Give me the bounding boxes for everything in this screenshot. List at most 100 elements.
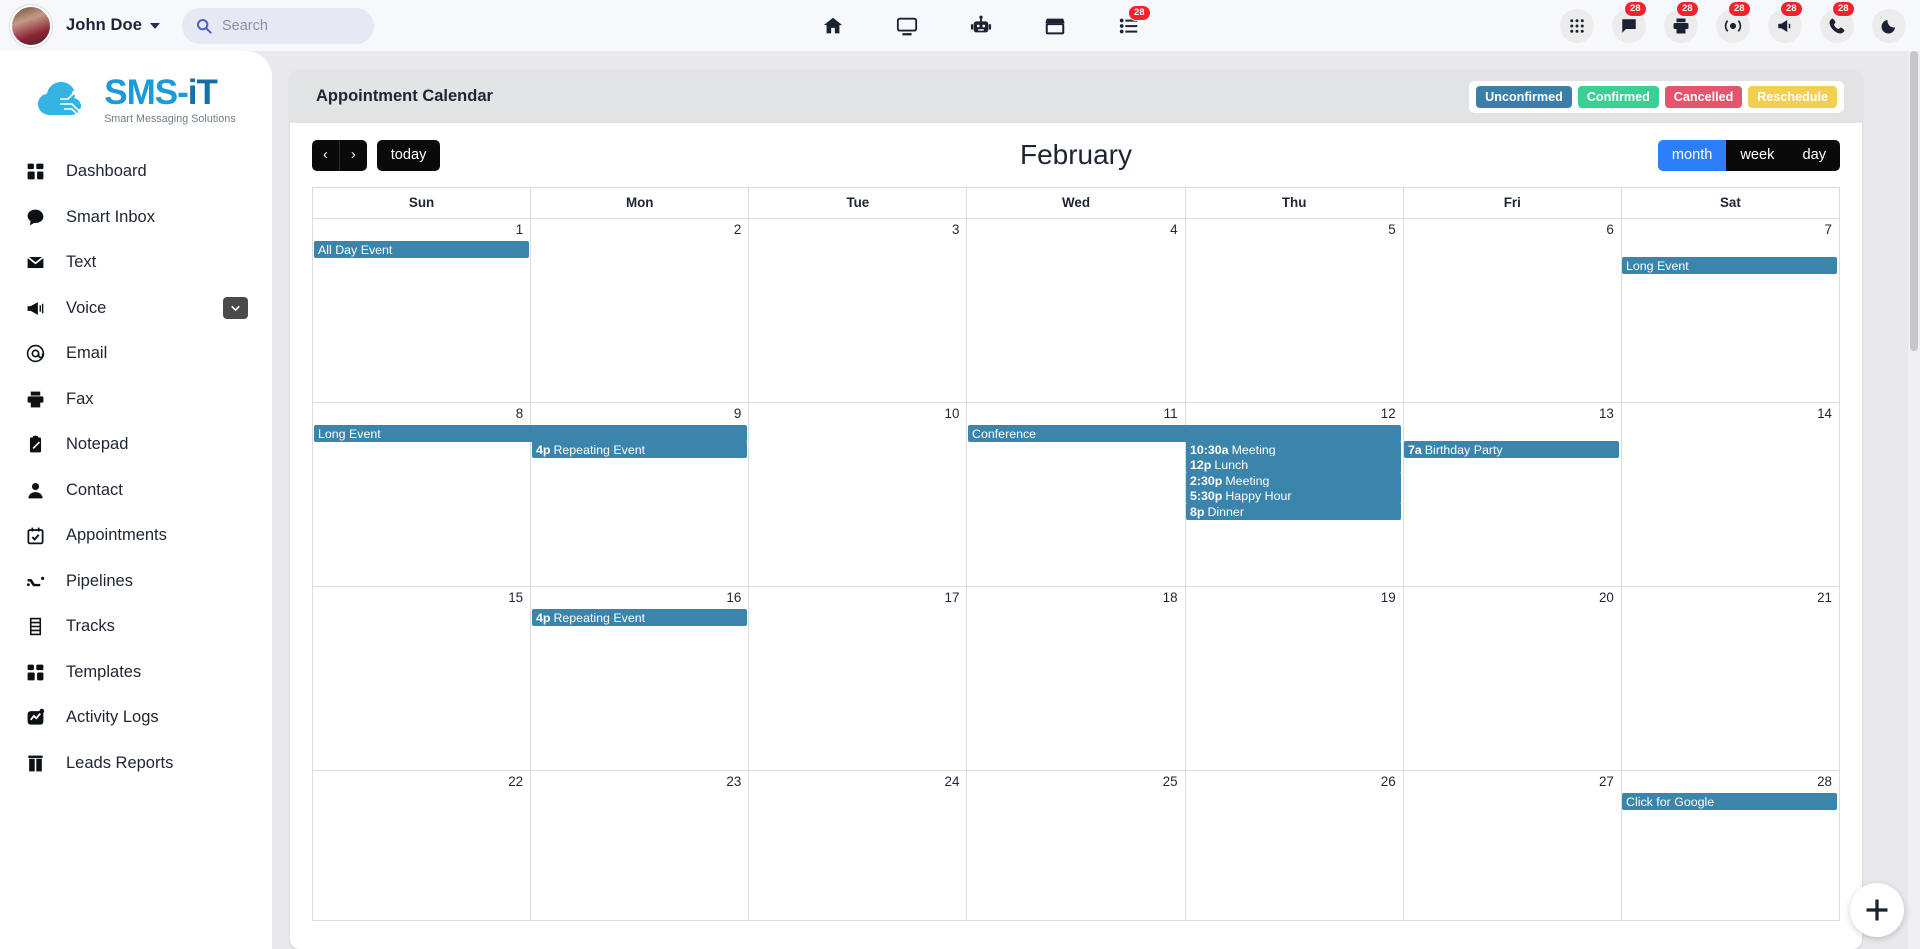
sidebar-item-label: Contact — [66, 481, 123, 500]
apps-grid-icon[interactable] — [1560, 9, 1594, 43]
view-toggle-group: monthweekday — [1658, 140, 1840, 171]
logo-title: SMS-iT — [104, 75, 235, 110]
day-number: 2 — [734, 222, 741, 237]
activity-chart-icon — [26, 708, 52, 727]
day-header-fri: Fri — [1403, 188, 1621, 218]
calendar-event[interactable]: 8pDinner — [1186, 503, 1401, 520]
chevron-down-icon[interactable] — [150, 23, 160, 29]
chat-badge: 28 — [1624, 1, 1647, 17]
sidebar-item-activity-logs[interactable]: Activity Logs — [0, 695, 272, 741]
event-title: Long Event — [1626, 259, 1689, 273]
calendar-event[interactable]: Click for Google — [1622, 793, 1837, 810]
status-badge-cancelled[interactable]: Cancelled — [1665, 86, 1743, 108]
day-number: 28 — [1817, 774, 1832, 789]
day-number: 15 — [508, 590, 523, 605]
event-title: Lunch — [1214, 458, 1248, 472]
prev-month-button[interactable]: ‹ — [312, 140, 339, 171]
view-button-day[interactable]: day — [1788, 140, 1840, 171]
status-badge-unconfirmed[interactable]: Unconfirmed — [1476, 86, 1572, 108]
sidebar-item-leads-reports[interactable]: Leads Reports — [0, 741, 272, 787]
view-button-month[interactable]: month — [1658, 140, 1727, 171]
calendar-event[interactable]: 7aBirthday Party — [1404, 441, 1619, 458]
event-layer: 4pRepeating Event — [313, 609, 1839, 770]
top-bar-actions: 28 28 28 28 28 — [1560, 0, 1906, 51]
monitor-icon[interactable] — [894, 13, 920, 39]
expand-voice-chevron-down-icon[interactable] — [223, 297, 248, 319]
page-scrollbar[interactable] — [1908, 51, 1920, 949]
calendar-event[interactable]: 4pRepeating Event — [532, 609, 747, 626]
logo[interactable]: SMS-iT Smart Messaging Solutions — [0, 51, 272, 135]
status-badge-confirmed[interactable]: Confirmed — [1578, 86, 1659, 108]
robot-icon[interactable] — [968, 13, 994, 39]
calendar-check-icon — [26, 526, 52, 545]
event-time: 4p — [536, 443, 550, 457]
store-icon[interactable] — [1042, 13, 1068, 39]
sidebar-item-voice[interactable]: Voice — [0, 286, 272, 332]
phone-icon[interactable]: 28 — [1820, 9, 1854, 43]
sidebar-item-templates[interactable]: Templates — [0, 650, 272, 696]
calendar-week: 151617181920214pRepeating Event — [313, 587, 1839, 771]
event-title: Repeating Event — [553, 443, 645, 457]
avatar[interactable] — [10, 5, 52, 47]
calendar-event[interactable]: 4pRepeating Event — [532, 441, 747, 458]
list-badge: 28 — [1128, 5, 1151, 21]
report-column-icon — [26, 754, 52, 773]
scrollbar-thumb[interactable] — [1910, 51, 1918, 351]
calendar-event[interactable]: 2:30pMeeting — [1186, 472, 1401, 489]
day-number: 8 — [516, 406, 523, 421]
nav-button-group: ‹ › — [312, 140, 367, 171]
megaphone-icon[interactable]: 28 — [1768, 9, 1802, 43]
sidebar-item-label: Leads Reports — [66, 754, 173, 773]
day-header-thu: Thu — [1185, 188, 1403, 218]
day-number: 1 — [516, 222, 523, 237]
fax-icon[interactable]: 28 — [1664, 9, 1698, 43]
search-placeholder: Search — [222, 18, 268, 34]
event-layer: Click for Google — [313, 793, 1839, 920]
sidebar-item-notepad[interactable]: Notepad — [0, 422, 272, 468]
calendar-event[interactable]: Long Event — [314, 425, 747, 442]
calendar-event[interactable]: 10:30aMeeting — [1186, 441, 1401, 458]
day-header-tue: Tue — [748, 188, 966, 218]
top-bar-nav: 28 — [820, 0, 1142, 51]
event-time: 10:30a — [1190, 443, 1229, 457]
home-icon[interactable] — [820, 13, 846, 39]
broadcast-badge: 28 — [1728, 1, 1751, 17]
event-time: 2:30p — [1190, 474, 1222, 488]
day-number: 6 — [1606, 222, 1613, 237]
calendar-event[interactable]: Long Event — [1622, 257, 1837, 274]
sidebar-item-email[interactable]: Email — [0, 331, 272, 377]
calendar-event[interactable]: 12pLunch — [1186, 456, 1401, 473]
sidebar-item-text[interactable]: Text — [0, 240, 272, 286]
day-number: 18 — [1163, 590, 1178, 605]
panel-header: Appointment Calendar UnconfirmedConfirme… — [290, 70, 1862, 123]
calendar-event[interactable]: Conference — [968, 425, 1401, 442]
sidebar-item-contact[interactable]: Contact — [0, 468, 272, 514]
today-button[interactable]: today — [377, 140, 441, 171]
list-icon[interactable]: 28 — [1116, 13, 1142, 39]
event-title: Meeting — [1232, 443, 1276, 457]
sidebar-item-tracks[interactable]: Tracks — [0, 604, 272, 650]
calendar-event[interactable]: All Day Event — [314, 241, 529, 258]
day-number: 21 — [1817, 590, 1832, 605]
calendar-week: 22232425262728Click for Google — [313, 771, 1839, 921]
add-appointment-button[interactable] — [1850, 883, 1904, 937]
chat-icon[interactable]: 28 — [1612, 9, 1646, 43]
sidebar-item-dashboard[interactable]: Dashboard — [0, 149, 272, 195]
sidebar-item-fax[interactable]: Fax — [0, 377, 272, 423]
status-badge-reschedule[interactable]: Reschedule — [1748, 86, 1837, 108]
next-month-button[interactable]: › — [339, 140, 367, 171]
calendar-event[interactable]: 5:30pHappy Hour — [1186, 487, 1401, 504]
clipboard-pen-icon — [26, 435, 52, 454]
sidebar-item-label: Activity Logs — [66, 708, 159, 727]
search-input[interactable]: Search — [182, 8, 374, 44]
event-title: Happy Hour — [1225, 489, 1291, 503]
day-number: 5 — [1388, 222, 1395, 237]
dark-mode-moon-icon[interactable] — [1872, 9, 1906, 43]
sidebar-item-smart-inbox[interactable]: Smart Inbox — [0, 195, 272, 241]
megaphone-badge: 28 — [1780, 1, 1803, 17]
day-number: 9 — [734, 406, 741, 421]
sidebar-item-pipelines[interactable]: Pipelines — [0, 559, 272, 605]
view-button-week[interactable]: week — [1726, 140, 1788, 171]
sidebar-item-appointments[interactable]: Appointments — [0, 513, 272, 559]
broadcast-icon[interactable]: 28 — [1716, 9, 1750, 43]
